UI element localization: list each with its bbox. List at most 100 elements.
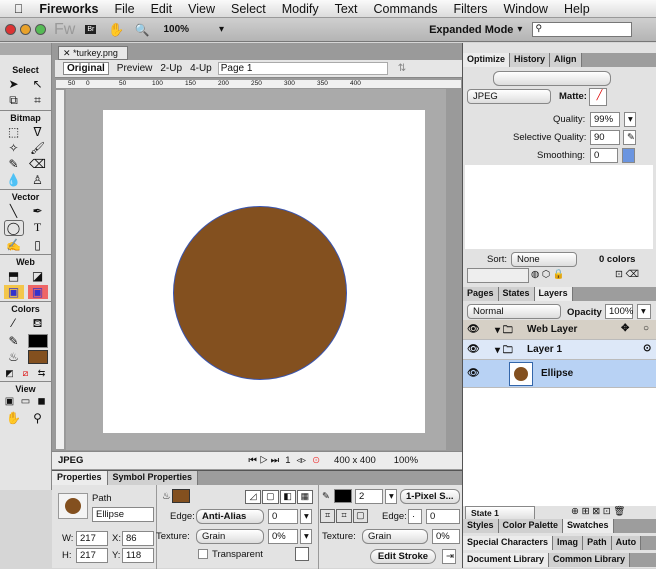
canvas-size[interactable]: 400 x 400 [334, 455, 376, 466]
layer-row-ellipse[interactable]: 👁 Ellipse [463, 360, 656, 388]
page-select[interactable]: Page 1 [217, 62, 388, 75]
tab-styles[interactable]: Styles [463, 519, 499, 533]
zoom-level[interactable]: 100% [163, 24, 189, 35]
zoom-tool-icon[interactable]: ⚲ [28, 411, 48, 425]
edit-stroke-button[interactable]: Edit Stroke [370, 549, 436, 564]
view-preview[interactable]: Preview [117, 63, 153, 74]
smoothing-input[interactable]: 0 [590, 148, 618, 163]
tab-document-library[interactable]: Document Library [463, 553, 550, 567]
pen-tool-icon[interactable]: ✒ [28, 204, 48, 218]
stroke-position-buttons[interactable]: ⌗ ⌗ ▢ [320, 509, 368, 523]
ellipse-shape[interactable] [173, 206, 347, 380]
tab-common-library[interactable]: Common Library [549, 553, 631, 567]
blend-mode-select[interactable]: Normal [467, 304, 561, 319]
scale-tool-icon[interactable]: ⧉ [4, 93, 24, 108]
view-2up[interactable]: 2-Up [160, 63, 182, 74]
stroke-color-swatch[interactable] [27, 334, 48, 348]
tab-image[interactable]: Imag [553, 536, 584, 550]
stroke-size-dropdown[interactable]: ▾ [385, 489, 397, 504]
selective-quality-input[interactable]: 90 [590, 130, 620, 145]
tab-auto[interactable]: Auto [611, 536, 642, 550]
object-name-input[interactable]: Ellipse [92, 507, 154, 522]
texture-select[interactable]: Grain [196, 529, 264, 544]
eye-icon[interactable]: 👁 [467, 368, 480, 379]
edge-value-dropdown[interactable]: ▾ [300, 509, 312, 524]
zoom-button[interactable] [35, 24, 46, 35]
frame-step-controls[interactable]: ◃▹ [297, 455, 307, 466]
subselect-tool-icon[interactable]: ↖ [28, 77, 48, 91]
eraser-tool-icon[interactable]: ⌫ [28, 157, 48, 171]
tab-align[interactable]: Align [550, 53, 582, 67]
eye-icon[interactable]: 👁 [467, 344, 480, 355]
fill-color-button[interactable] [172, 489, 190, 503]
layer-action-icons[interactable]: ⊕ ⊞ ⊠ ⊡ 🗑 [571, 506, 625, 517]
quality-input[interactable]: 99% [590, 112, 620, 127]
close-button[interactable] [5, 24, 16, 35]
mode-dropdown-icon[interactable]: ▾ [517, 24, 522, 35]
tab-special-characters[interactable]: Special Characters [463, 536, 554, 550]
stroke-color-button[interactable] [334, 489, 352, 503]
menu-commands[interactable]: Commands [374, 2, 438, 16]
magic-wand-icon[interactable]: ✧ [4, 141, 24, 155]
opacity-input[interactable]: 100% [605, 304, 633, 319]
menu-view[interactable]: View [188, 2, 215, 16]
menu-modify[interactable]: Modify [282, 2, 319, 16]
menu-filters[interactable]: Filters [453, 2, 487, 16]
standard-screen-icon[interactable]: ▣ [4, 396, 16, 407]
menu-file[interactable]: File [114, 2, 134, 16]
menu-help[interactable]: Help [564, 2, 590, 16]
menu-select[interactable]: Select [231, 2, 266, 16]
x-input[interactable]: 86 [122, 531, 154, 546]
smoothing-stepper[interactable] [622, 148, 635, 163]
search-input[interactable]: ⚲ [532, 22, 633, 37]
width-input[interactable]: 217 [76, 531, 108, 546]
pointer-tool-icon[interactable]: ➤ [4, 77, 24, 91]
zoom-icon[interactable]: 🔍 [135, 23, 150, 37]
tab-swatches[interactable]: Swatches [563, 519, 614, 533]
knife-tool-icon[interactable]: ▯ [28, 238, 48, 252]
hand-tool-icon[interactable]: ✋ [4, 411, 24, 425]
menu-window[interactable]: Window [503, 2, 547, 16]
stamp-tool-icon[interactable]: ♙ [28, 173, 48, 187]
fill-options-buttons[interactable]: ◿ ▢ ◧ ▦ [245, 490, 313, 504]
freeform-tool-icon[interactable]: ✍ [4, 238, 24, 252]
stroke-texture-select[interactable]: Grain [362, 529, 428, 544]
stop-icon[interactable]: ⊙ [312, 455, 320, 466]
hotspot-tool-icon[interactable]: ⬒ [4, 269, 24, 283]
height-input[interactable]: 217 [76, 548, 108, 563]
stroke-edge-dot[interactable]: · [408, 509, 422, 524]
line-tool-icon[interactable]: ╲ [4, 204, 24, 218]
layer-target-icon[interactable]: ○ [643, 323, 649, 334]
stroke-type-select[interactable]: 1-Pixel S... [400, 489, 460, 504]
view-4up[interactable]: 4-Up [190, 63, 212, 74]
selective-quality-edit-icon[interactable]: ✎ [623, 130, 636, 145]
color-edit-field[interactable] [467, 268, 529, 283]
layer-row-web[interactable]: 👁 ▾ 🗀 Web Layer ✥ ○ [463, 320, 656, 340]
tab-color-palette[interactable]: Color Palette [498, 519, 564, 533]
texture-pct-input[interactable]: 0% [268, 529, 298, 544]
menu-text[interactable]: Text [335, 2, 358, 16]
opacity-dropdown[interactable]: ▾ [637, 304, 651, 319]
minimize-button[interactable] [20, 24, 31, 35]
export-format-select[interactable]: JPEG [467, 89, 551, 104]
matte-color-button[interactable]: ╱ [589, 88, 607, 106]
stroke-size-input[interactable]: 2 [355, 489, 383, 504]
text-tool-icon[interactable]: T [28, 220, 48, 236]
add-delete-color-icons[interactable]: ⊡ ⌫ [615, 269, 639, 280]
hand-icon[interactable]: ✋ [108, 22, 124, 38]
full-screen-icon[interactable]: ◼ [36, 396, 48, 407]
blur-tool-icon[interactable]: 💧 [4, 173, 24, 187]
tab-properties[interactable]: Properties [52, 471, 108, 485]
pencil-tool-icon[interactable]: ✎ [4, 157, 24, 171]
quality-dropdown[interactable]: ▾ [624, 112, 636, 127]
edge-value-input[interactable]: 0 [268, 509, 298, 524]
frame-controls[interactable]: ⏮ ▷ ⏭ [248, 455, 279, 466]
optimize-preset-select[interactable] [493, 71, 611, 86]
sync-icon[interactable]: ⇅ [398, 63, 406, 74]
status-zoom[interactable]: 100% [394, 455, 418, 466]
full-screen-menus-icon[interactable]: ▭ [20, 396, 32, 407]
marquee-tool-icon[interactable]: ⬚ [4, 125, 24, 139]
bridge-icon[interactable]: Br [85, 25, 97, 34]
hide-slices-icon[interactable]: ▣ [3, 285, 24, 299]
eyedropper-tool-icon[interactable]: ⁄ [4, 316, 24, 332]
